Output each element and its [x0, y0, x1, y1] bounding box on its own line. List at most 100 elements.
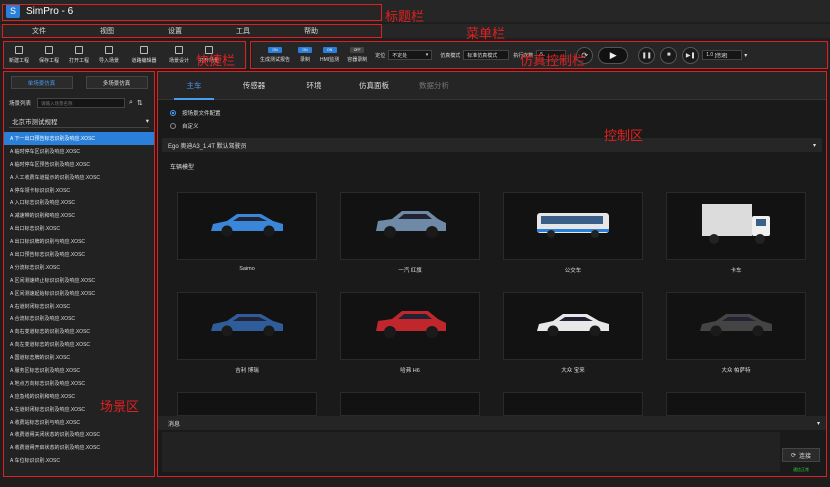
- scene-list-item[interactable]: A 收费道闸开启状态的识别及响应.XOSC: [4, 441, 154, 454]
- vehicle-card[interactable]: [340, 392, 480, 416]
- trigger-select[interactable]: 不定处 ▾: [388, 50, 433, 60]
- vehicle-name: 哈弗 H6: [400, 368, 420, 374]
- scene-search-input[interactable]: [37, 98, 125, 108]
- vehicle-image: [370, 207, 450, 246]
- sim-control-annotation: 仿真控制栏: [520, 54, 586, 69]
- speed-select[interactable]: 1.0 [倍速]: [702, 50, 743, 60]
- menu-view[interactable]: 视图: [78, 26, 136, 36]
- hmi-toggle[interactable]: ON HMI监测: [320, 47, 339, 63]
- tab-environment[interactable]: 环境: [284, 72, 344, 100]
- title-bar-annotation: 标题栏: [385, 10, 425, 25]
- chevron-down-icon[interactable]: ▾: [817, 420, 820, 427]
- scene-list-item[interactable]: A 出口标志识别.XOSC: [4, 222, 154, 235]
- scene-list-item[interactable]: A 车位标识识别.XOSC: [4, 454, 154, 467]
- tab-data-analysis[interactable]: 数据分析: [404, 72, 464, 100]
- scene-list-item[interactable]: A 减速带的识别和响应.XOSC: [4, 209, 154, 222]
- report-toggle[interactable]: ON 生成测试报告: [260, 47, 290, 63]
- menu-file[interactable]: 文件: [10, 26, 68, 36]
- radio-checked-icon: [170, 109, 176, 116]
- scene-panel: 单场景仿真 多场景仿真 场景列表 ⌕ ⇅ 北京市测试规程 ▾ A 下一出口预告标…: [4, 72, 154, 476]
- scene-list-item[interactable]: A 合流标志识别及响应.XOSC: [4, 312, 154, 325]
- vehicle-card[interactable]: [340, 292, 480, 360]
- scene-list-item[interactable]: A 服务区标志识别及响应.XOSC: [4, 364, 154, 377]
- folder-icon: [75, 46, 83, 54]
- chevron-down-icon: ▾: [145, 118, 149, 125]
- menu-bar: 文件 视图 设置 工具 帮助: [0, 24, 830, 38]
- vehicle-image: [207, 309, 287, 344]
- vehicle-card[interactable]: [177, 192, 317, 260]
- scene-list-item[interactable]: A 向左变道标志的识别及响应.XOSC: [4, 338, 154, 351]
- vehicle-image: [370, 307, 450, 346]
- vehicle-name: 卡车: [730, 268, 742, 274]
- scene-list-item[interactable]: A 分流标志识别.XOSC: [4, 261, 154, 274]
- road-icon: [140, 46, 148, 54]
- connection-status: 通信正常: [793, 467, 809, 472]
- control-area-annotation: 控制区: [604, 129, 644, 144]
- tab-multi-scene[interactable]: 多场景仿真: [85, 76, 148, 89]
- scene-list-item[interactable]: A 区间测速终止标识识别及响应.XOSC: [4, 274, 154, 287]
- scene-group-select[interactable]: 北京市测试规程 ▾: [9, 115, 149, 128]
- step-icon: ▶❚: [685, 52, 696, 59]
- tab-ego-vehicle[interactable]: 主车: [164, 72, 224, 100]
- scene-list-item[interactable]: A 下一出口预告标志识别及响应.XOSC: [4, 132, 154, 145]
- vehicle-card[interactable]: [177, 292, 317, 360]
- scene-design-button[interactable]: 场景设计: [164, 46, 194, 64]
- new-project-button[interactable]: 新建工程: [4, 46, 34, 64]
- vehicle-card[interactable]: [503, 392, 643, 416]
- message-bar: 消息 ▾: [158, 416, 826, 430]
- app-title: SimPro - 6: [26, 5, 74, 17]
- scene-list-item[interactable]: A 国道标志牌的识别.XOSC: [4, 351, 154, 364]
- scene-list-item[interactable]: A 临时停车区预告识别及响应.XOSC: [4, 158, 154, 171]
- tab-single-scene[interactable]: 单场景仿真: [10, 76, 73, 89]
- vehicle-card[interactable]: [666, 392, 806, 416]
- search-icon[interactable]: ⌕: [129, 99, 133, 107]
- scene-list-item[interactable]: A 区间测速起始标识识别及响应.XOSC: [4, 287, 154, 300]
- scene-list-item[interactable]: A 向右变道标志的识别及响应.XOSC: [4, 325, 154, 338]
- pause-button[interactable]: ❚❚: [638, 46, 656, 64]
- refresh-icon[interactable]: ⇅: [137, 99, 143, 107]
- vehicle-card[interactable]: [177, 392, 317, 416]
- message-area: [162, 432, 780, 472]
- scene-list-item[interactable]: A 停车领卡标识识别.XOSC: [4, 184, 154, 197]
- chevron-down-icon: ▾: [744, 52, 748, 59]
- scene-list-item[interactable]: A 出口预告标志识别及响应.XOSC: [4, 248, 154, 261]
- record-toggle[interactable]: ON 录制: [298, 47, 313, 63]
- scene-list-item[interactable]: A 入口标志识别及响应.XOSC: [4, 196, 154, 209]
- menu-tools[interactable]: 工具: [214, 26, 272, 36]
- app-window: S SimPro - 6 文件 视图 设置 工具 帮助 新建工程 保存工程 打开…: [0, 0, 830, 487]
- vehicle-image: [533, 309, 613, 344]
- tab-sim-panel[interactable]: 仿真面板: [344, 72, 404, 100]
- tab-sensors[interactable]: 传感器: [224, 72, 284, 100]
- save-project-button[interactable]: 保存工程: [34, 46, 64, 64]
- config-option-custom[interactable]: 自定义: [170, 119, 826, 132]
- play-button[interactable]: ▶: [598, 46, 629, 64]
- chevron-down-icon: ▾: [812, 142, 816, 149]
- vehicle-card[interactable]: [666, 192, 806, 260]
- scene-search-row: 场景列表 ⌕ ⇅: [4, 98, 154, 108]
- vehicle-card[interactable]: [340, 192, 480, 260]
- connect-button[interactable]: ⟳ 连接: [782, 448, 820, 462]
- scene-list-item[interactable]: A 出口标识牌的识别与响应.XOSC: [4, 235, 154, 248]
- scene-list-item[interactable]: A 临时停车区识别及响应.XOSC: [4, 145, 154, 158]
- scene-list-item[interactable]: A 人工收费车道提示的识别及响应.XOSC: [4, 171, 154, 184]
- vehicle-image: [207, 209, 287, 244]
- scene-list-item[interactable]: A 右道封闭标志识别.XOSC: [4, 300, 154, 313]
- vehicle-card[interactable]: [503, 292, 643, 360]
- config-option-scene-file[interactable]: 按场景文件配置: [170, 106, 826, 119]
- vehicle-card[interactable]: [503, 192, 643, 260]
- driver-select[interactable]: Ego 奥迪A3_1.4T 默认驾驶员 ▾: [162, 138, 822, 152]
- menu-settings[interactable]: 设置: [146, 26, 204, 36]
- scene-list-item[interactable]: A 收费道闸关闭状态的识别及响应.XOSC: [4, 428, 154, 441]
- menu-help[interactable]: 帮助: [282, 26, 340, 36]
- scene-list-item[interactable]: A 地点方向标志识别及响应.XOSC: [4, 377, 154, 390]
- control-area: 主车 传感器 环境 仿真面板 数据分析 按场景文件配置 自定义 Ego 奥迪A3…: [158, 72, 826, 476]
- open-project-button[interactable]: 打开工程: [64, 46, 94, 64]
- scene-list-item[interactable]: A 收费站标志识别与响应.XOSC: [4, 416, 154, 429]
- step-button[interactable]: ▶❚: [682, 46, 700, 64]
- stop-button[interactable]: ■: [660, 46, 678, 64]
- vehicle-card[interactable]: [666, 292, 806, 360]
- container-record-toggle[interactable]: OFF 容器录制: [347, 47, 367, 63]
- mode-select[interactable]: 标准仿真模式: [463, 50, 510, 60]
- road-editor-button[interactable]: 道路编辑器: [124, 46, 164, 64]
- import-scene-button[interactable]: 导入场景: [94, 46, 124, 64]
